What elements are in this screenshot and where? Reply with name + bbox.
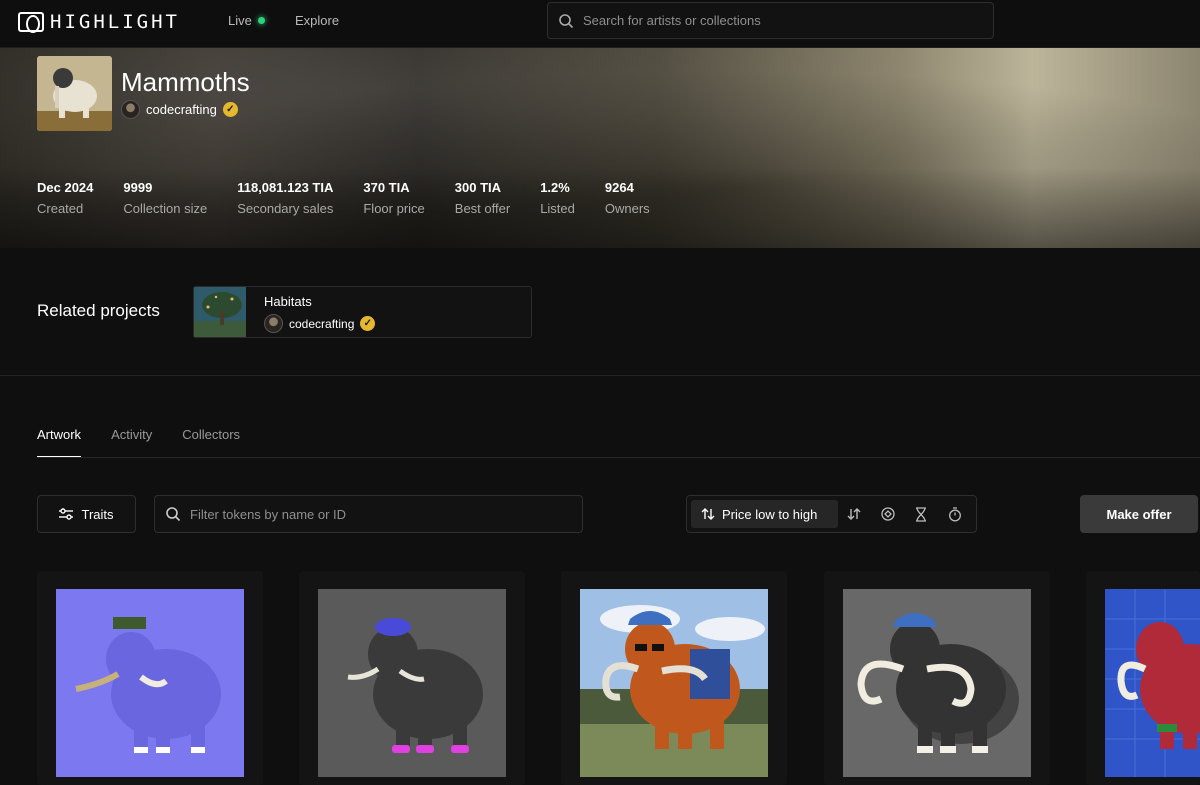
creator-name: codecrafting xyxy=(289,316,355,331)
highlight-logo[interactable]: HIGHLIGHT xyxy=(18,11,180,33)
related-projects-heading: Related projects xyxy=(37,301,160,320)
tab-collectors[interactable]: Collectors xyxy=(182,427,240,458)
collection-hero: Mammoths codecrafting ✓ Dec 2024 Created… xyxy=(0,48,1200,248)
verified-badge-icon: ✓ xyxy=(222,102,238,117)
token-card[interactable] xyxy=(37,571,263,785)
token-card[interactable] xyxy=(299,571,525,785)
stopwatch-icon[interactable] xyxy=(946,505,964,523)
creator-name: codecrafting xyxy=(146,102,217,117)
sort-label: Price low to high xyxy=(722,506,818,522)
stat-value: 118,081.123 TIA xyxy=(237,180,334,195)
stat-label: Collection size xyxy=(123,201,208,216)
token-filter xyxy=(154,495,583,533)
traits-label: Traits xyxy=(81,506,114,522)
sort-price-high-to-low-icon[interactable] xyxy=(845,505,863,523)
stat-best-offer: 300 TIA Best offer xyxy=(455,180,510,216)
stat-created: Dec 2024 Created xyxy=(37,180,93,216)
brand-name: HIGHLIGHT xyxy=(50,11,180,33)
stat-floor-price: 370 TIA Floor price xyxy=(363,180,424,216)
stat-listed: 1.2% Listed xyxy=(540,180,575,216)
token-filter-input[interactable] xyxy=(190,506,570,522)
verified-badge-icon: ✓ xyxy=(360,316,376,331)
sort-price-low-to-high-button[interactable]: Price low to high xyxy=(691,500,838,528)
nav-explore-link[interactable]: Explore xyxy=(295,13,339,28)
tabs-underline-divider xyxy=(37,457,1200,458)
collection-thumbnail xyxy=(37,56,112,131)
collection-creator[interactable]: codecrafting ✓ xyxy=(121,100,238,119)
stat-label: Listed xyxy=(540,201,575,216)
creator-avatar xyxy=(121,100,140,119)
related-project-name: Habitats xyxy=(264,294,312,309)
search-input[interactable] xyxy=(583,13,963,28)
tab-artwork[interactable]: Artwork xyxy=(37,427,82,458)
make-offer-button[interactable]: Make offer xyxy=(1080,495,1198,533)
stat-label: Created xyxy=(37,201,84,216)
logo-icon xyxy=(18,12,44,33)
token-artwork xyxy=(318,589,506,777)
related-project-card[interactable]: Habitats codecrafting ✓ xyxy=(193,286,532,338)
sliders-icon xyxy=(59,508,74,520)
related-project-thumbnail xyxy=(194,287,246,337)
stat-label: Owners xyxy=(604,201,650,216)
stat-collection-size: 9999 Collection size xyxy=(123,180,207,216)
stat-value: 370 TIA xyxy=(363,180,410,195)
stat-value: Dec 2024 xyxy=(37,180,94,195)
stat-secondary-sales: 118,081.123 TIA Secondary sales xyxy=(237,180,333,216)
stat-owners: 9264 Owners xyxy=(605,180,650,216)
sort-bar: Price low to high xyxy=(686,495,977,533)
tab-activity[interactable]: Activity xyxy=(111,427,152,458)
collection-tabs: Artwork Activity Collectors xyxy=(37,427,240,458)
traits-button[interactable]: Traits xyxy=(37,495,136,533)
stat-value: 9264 xyxy=(604,180,634,195)
stat-label: Best offer xyxy=(454,201,511,216)
stat-value: 1.2% xyxy=(540,180,570,195)
search-icon xyxy=(559,13,574,28)
token-card[interactable] xyxy=(824,571,1050,785)
token-card[interactable] xyxy=(561,571,787,785)
stat-value: 9999 xyxy=(123,180,153,195)
token-artwork xyxy=(580,589,768,777)
creator-avatar xyxy=(264,314,283,333)
sort-arrows-icon xyxy=(701,508,715,520)
nav-live-link[interactable]: Live xyxy=(228,13,265,28)
sort-rarity-icon[interactable] xyxy=(879,505,897,523)
top-nav: HIGHLIGHT Live Explore xyxy=(0,0,1200,48)
nav-live-label: Live xyxy=(228,13,252,28)
related-project-creator[interactable]: codecrafting ✓ xyxy=(264,314,376,333)
token-card[interactable] xyxy=(1086,571,1200,785)
search-icon xyxy=(166,507,181,522)
token-artwork xyxy=(843,589,1031,777)
global-search xyxy=(547,2,994,39)
token-artwork xyxy=(1105,589,1200,777)
stat-label: Floor price xyxy=(363,201,425,216)
collection-stats: Dec 2024 Created 9999 Collection size 11… xyxy=(37,180,680,216)
section-divider xyxy=(0,375,1200,376)
hourglass-icon[interactable] xyxy=(912,505,930,523)
stat-label: Secondary sales xyxy=(237,201,334,216)
collection-title: Mammoths xyxy=(121,67,250,97)
stat-value: 300 TIA xyxy=(454,180,502,195)
live-indicator-icon xyxy=(257,17,265,24)
token-artwork xyxy=(56,589,244,777)
